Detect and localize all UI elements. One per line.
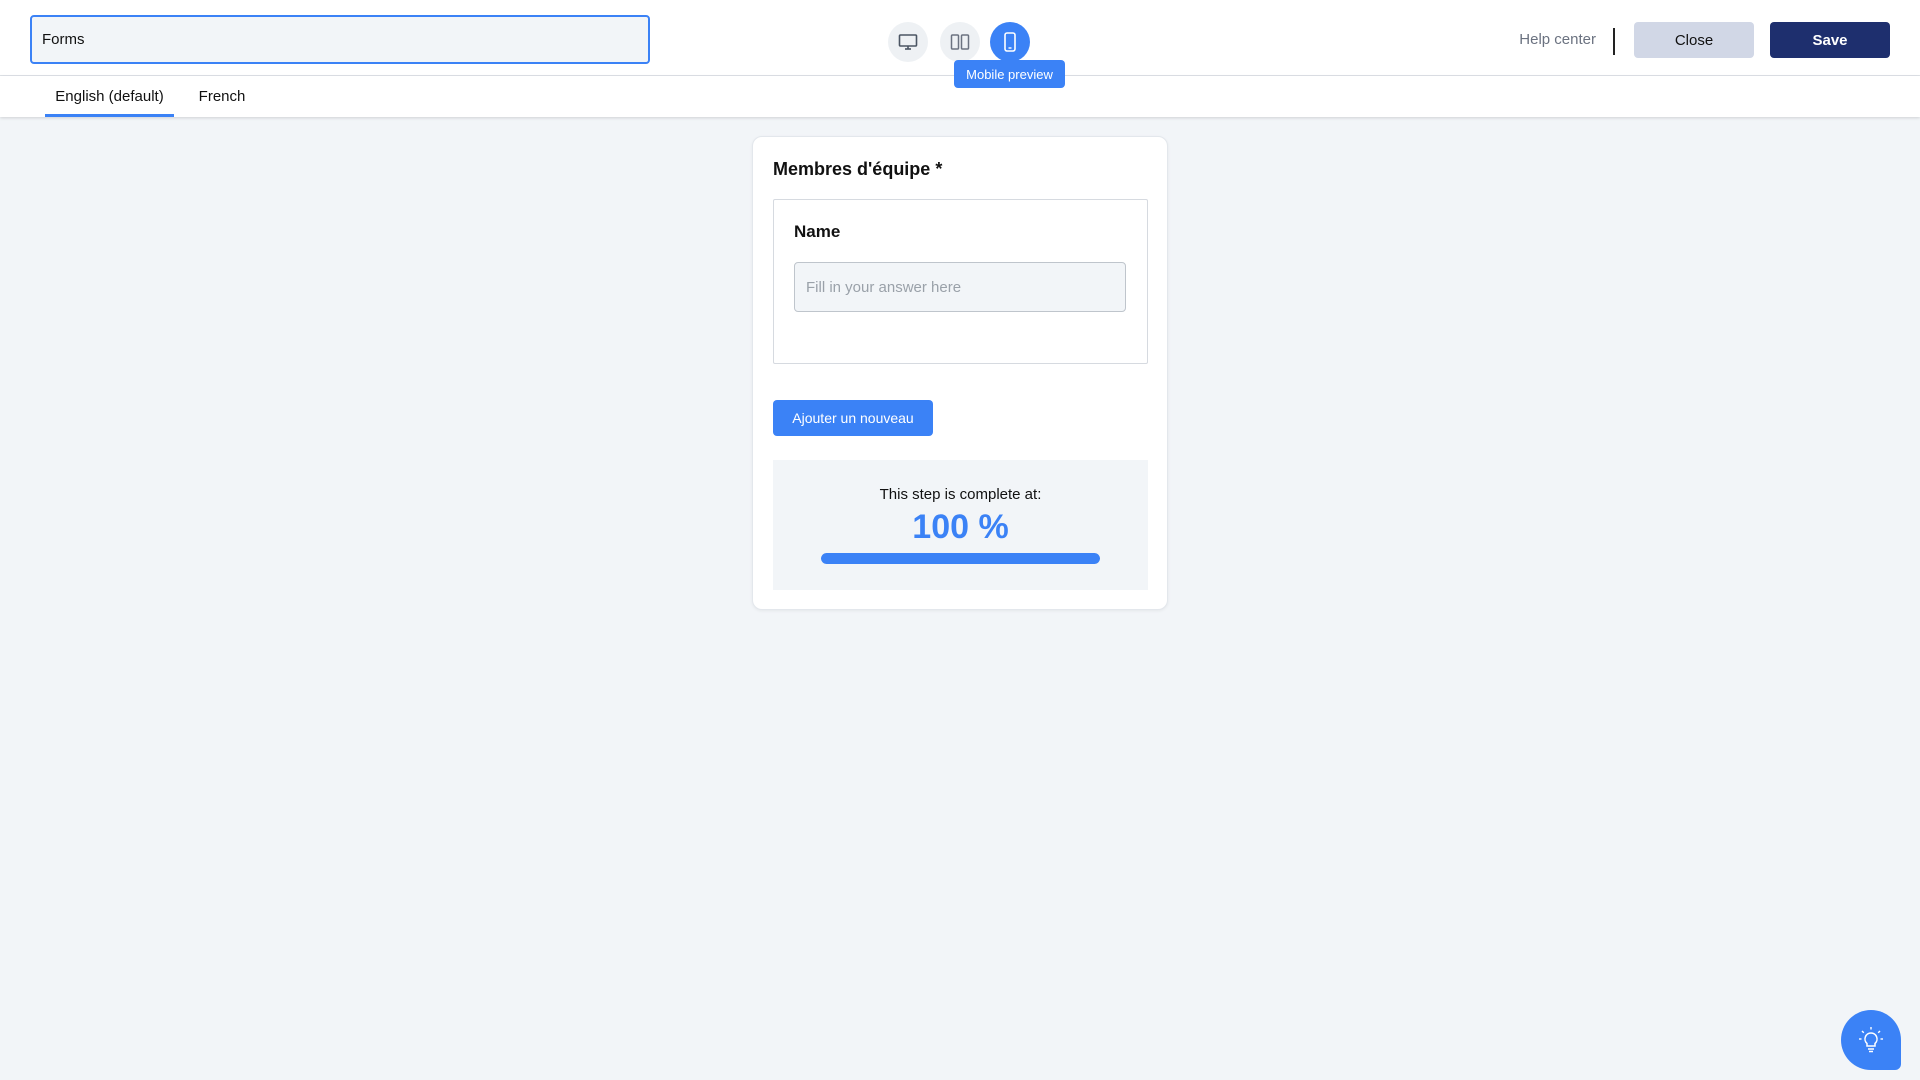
form-preview-card: Membres d'équipe * Name Ajouter un nouve… [752,136,1168,610]
lightbulb-icon [1859,1027,1883,1053]
form-title-input[interactable] [30,15,650,64]
split-view-button[interactable] [940,22,980,62]
mobile-preview-tooltip: Mobile preview [954,60,1065,88]
monitor-icon [898,34,918,50]
add-new-button[interactable]: Ajouter un nouveau [773,400,933,436]
help-center-link[interactable]: Help center [1519,31,1596,48]
close-button[interactable]: Close [1634,22,1754,58]
mobile-view-button[interactable] [990,22,1030,62]
progress-bar-fill [821,553,1100,564]
name-field-label: Name [794,222,841,241]
section-title: Membres d'équipe * [773,159,943,179]
header-divider [1613,28,1615,55]
split-view-icon [950,34,970,50]
tab-english[interactable]: English (default) [45,76,174,117]
mobile-phone-icon [1004,32,1016,52]
progress-bar [821,553,1100,564]
progress-label: This step is complete at: [879,486,1042,503]
repeatable-group: Name [773,199,1148,364]
tips-button[interactable] [1841,1010,1901,1070]
tab-french[interactable]: French [190,76,254,117]
name-input[interactable] [794,262,1126,312]
progress-section: This step is complete at: 100 % [773,460,1148,590]
save-button[interactable]: Save [1770,22,1890,58]
desktop-view-button[interactable] [888,22,928,62]
progress-value: 100 % [912,508,1009,546]
